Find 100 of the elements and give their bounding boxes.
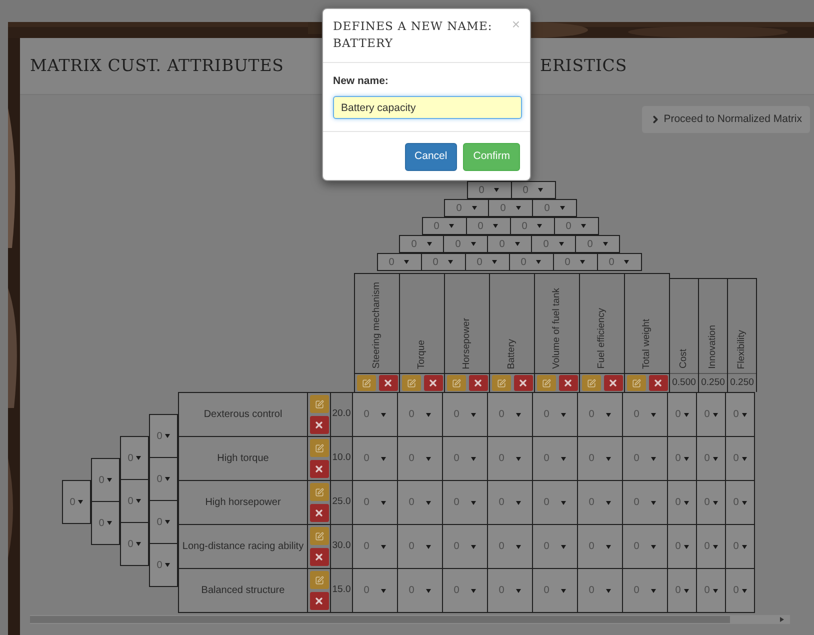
delete-button[interactable] [468, 375, 488, 391]
rating-select[interactable]: 0 [120, 479, 149, 523]
rating-select[interactable]: 0 [488, 199, 533, 217]
delete-button[interactable] [310, 416, 328, 434]
edit-button[interactable] [402, 375, 420, 391]
rating-select[interactable]: 0 [726, 481, 755, 525]
edit-button[interactable] [310, 483, 328, 501]
rating-select[interactable]: 0 [623, 481, 668, 525]
rating-select[interactable]: 0 [533, 481, 578, 525]
name-input[interactable]: Battery capacity [333, 96, 522, 120]
rating-select[interactable]: 0 [623, 437, 668, 481]
rating-select[interactable]: 0 [398, 437, 443, 481]
scroll-right-icon[interactable] [780, 617, 784, 622]
rating-select[interactable]: 0 [488, 569, 533, 613]
rating-select[interactable]: 0 [575, 235, 620, 253]
rating-select[interactable]: 0 [668, 481, 697, 525]
dialog-button[interactable]: Cancel [404, 143, 458, 172]
rating-select[interactable]: 0 [697, 481, 726, 525]
edit-button[interactable] [536, 375, 556, 391]
edit-button[interactable] [310, 439, 328, 457]
delete-button[interactable] [310, 548, 328, 566]
rating-select[interactable]: 0 [533, 525, 578, 569]
rating-select[interactable]: 0 [399, 235, 444, 253]
rating-select[interactable]: 0 [398, 481, 443, 525]
rating-select[interactable]: 0 [554, 217, 598, 235]
rating-select[interactable]: 0 [488, 481, 533, 525]
rating-select[interactable]: 0 [578, 481, 623, 525]
rating-select[interactable]: 0 [488, 525, 533, 569]
rating-select[interactable]: 0 [398, 525, 443, 569]
rating-select[interactable]: 0 [444, 199, 489, 217]
rating-select[interactable]: 0 [487, 235, 532, 253]
rating-select[interactable]: 0 [726, 569, 755, 613]
rating-select[interactable]: 0 [533, 393, 578, 437]
rating-select[interactable]: 0 [62, 480, 91, 524]
delete-button[interactable] [514, 375, 532, 391]
rating-select[interactable]: 0 [488, 393, 533, 437]
rating-select[interactable]: 0 [552, 253, 598, 271]
rating-select[interactable]: 0 [120, 522, 149, 566]
rating-select[interactable]: 0 [697, 569, 726, 613]
rating-select[interactable]: 0 [353, 569, 398, 613]
delete-button[interactable] [378, 375, 398, 391]
rating-select[interactable]: 0 [726, 525, 755, 569]
edit-button[interactable] [356, 375, 376, 391]
delete-button[interactable] [310, 460, 328, 478]
delete-button[interactable] [424, 375, 442, 391]
rating-select[interactable]: 0 [443, 437, 488, 481]
rating-select[interactable]: 0 [91, 501, 120, 545]
rating-select[interactable]: 0 [508, 253, 554, 271]
rating-select[interactable]: 0 [533, 569, 578, 613]
delete-button[interactable] [648, 375, 668, 391]
edit-button[interactable] [310, 395, 328, 413]
delete-button[interactable] [310, 504, 328, 522]
rating-select[interactable]: 0 [697, 437, 726, 481]
scrollbar[interactable] [30, 615, 790, 624]
delete-button[interactable] [558, 375, 578, 391]
rating-select[interactable]: 0 [533, 437, 578, 481]
rating-select[interactable]: 0 [149, 457, 178, 501]
rating-select[interactable]: 0 [697, 525, 726, 569]
rating-select[interactable]: 0 [578, 569, 623, 613]
rating-select[interactable]: 0 [464, 253, 510, 271]
rating-select[interactable]: 0 [623, 525, 668, 569]
rating-select[interactable]: 0 [398, 569, 443, 613]
rating-select[interactable]: 0 [488, 437, 533, 481]
delete-button[interactable] [310, 592, 328, 610]
rating-select[interactable]: 0 [510, 217, 554, 235]
rating-select[interactable]: 0 [578, 525, 623, 569]
rating-select[interactable]: 0 [422, 217, 466, 235]
rating-select[interactable]: 0 [466, 217, 510, 235]
rating-select[interactable]: 0 [532, 199, 577, 217]
rating-select[interactable]: 0 [149, 414, 178, 458]
rating-select[interactable]: 0 [668, 569, 697, 613]
rating-select[interactable]: 0 [443, 393, 488, 437]
rating-select[interactable]: 0 [443, 525, 488, 569]
edit-button[interactable] [582, 375, 600, 391]
rating-select[interactable]: 0 [120, 436, 149, 480]
rating-select[interactable]: 0 [623, 393, 668, 437]
rating-select[interactable]: 0 [596, 253, 642, 271]
delete-button[interactable] [604, 375, 622, 391]
edit-button[interactable] [310, 527, 328, 545]
edit-button[interactable] [310, 571, 328, 589]
rating-select[interactable]: 0 [398, 393, 443, 437]
scrollbar-thumb[interactable] [30, 616, 730, 623]
rating-select[interactable]: 0 [353, 437, 398, 481]
rating-select[interactable]: 0 [668, 437, 697, 481]
edit-button[interactable] [492, 375, 510, 391]
rating-select[interactable]: 0 [578, 393, 623, 437]
rating-select[interactable]: 0 [623, 569, 668, 613]
rating-select[interactable]: 0 [149, 500, 178, 544]
rating-select[interactable]: 0 [466, 181, 512, 199]
edit-button[interactable] [626, 375, 646, 391]
edit-button[interactable] [446, 375, 466, 391]
rating-select[interactable]: 0 [668, 525, 697, 569]
rating-select[interactable]: 0 [578, 437, 623, 481]
rating-select[interactable]: 0 [376, 253, 422, 271]
rating-select[interactable]: 0 [697, 393, 726, 437]
proceed-button[interactable]: Proceed to Normalized Matrix [642, 106, 810, 133]
rating-select[interactable]: 0 [149, 543, 178, 587]
rating-select[interactable]: 0 [353, 481, 398, 525]
rating-select[interactable]: 0 [353, 393, 398, 437]
rating-select[interactable]: 0 [726, 393, 755, 437]
